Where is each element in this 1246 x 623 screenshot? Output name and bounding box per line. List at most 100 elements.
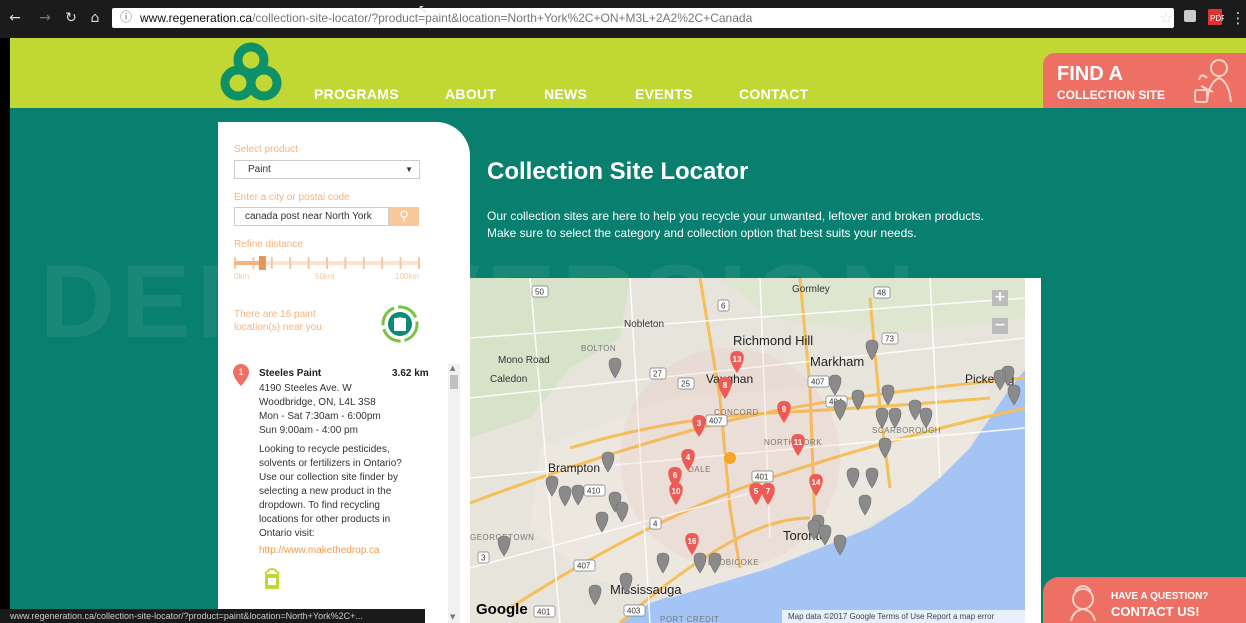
- product-value: Paint: [248, 164, 271, 175]
- zoom-out-button[interactable]: −: [992, 318, 1008, 334]
- paint-can-icon: [380, 304, 420, 349]
- city-label: Enter a city or postal code: [234, 192, 350, 203]
- pdf-extension-icon[interactable]: PDF: [1205, 8, 1226, 28]
- count-line2: location(s) near you: [234, 322, 322, 333]
- scroll-up-icon[interactable]: ▲: [450, 364, 455, 372]
- map-marker-red: 16: [685, 533, 699, 555]
- result-name[interactable]: Steeles Paint: [259, 368, 321, 379]
- nav-about[interactable]: ABOUT: [445, 86, 496, 102]
- slider-tick: [289, 257, 292, 269]
- map-marker-grey: [833, 399, 847, 421]
- map-marker-red: 11: [791, 434, 805, 456]
- svg-text:7: 7: [766, 487, 771, 496]
- map-marker-grey: [693, 552, 707, 574]
- product-select[interactable]: Paint ▼: [234, 160, 420, 179]
- slider-tick: [418, 257, 420, 269]
- slider-tick: [270, 257, 273, 269]
- svg-text:9: 9: [782, 405, 787, 414]
- map-marker-grey: [807, 519, 821, 541]
- map-marker-red: 7: [761, 483, 775, 505]
- refine-distance-label: Refine distance: [234, 239, 303, 250]
- map-marker-grey: [558, 485, 572, 507]
- google-map[interactable]: Richmond Hill Markham Vaughan Brampton T…: [470, 278, 1025, 623]
- svg-text:13: 13: [733, 355, 742, 364]
- map-marker-grey: [919, 407, 933, 429]
- home-icon[interactable]: ⌂: [86, 9, 104, 27]
- svg-text:401: 401: [755, 473, 769, 482]
- intro-line2: Make sure to select the category and col…: [487, 226, 917, 240]
- svg-text:6: 6: [721, 302, 726, 311]
- nav-contact[interactable]: CONTACT: [739, 86, 809, 102]
- find-collection-site-button[interactable]: FIND A COLLECTION SITE: [1043, 53, 1246, 108]
- slider-tick: [307, 257, 310, 269]
- nav-programs[interactable]: PROGRAMS: [314, 86, 399, 102]
- menu-dots-icon[interactable]: ⋮: [1228, 8, 1246, 28]
- map-marker-red: 10: [669, 483, 683, 505]
- map-credits[interactable]: Map data ©2017 Google Terms of Use Repor…: [782, 610, 1025, 623]
- status-bar-url: www.regeneration.ca/collection-site-loca…: [0, 609, 425, 623]
- search-button[interactable]: ⚲: [389, 207, 419, 226]
- contact-us-button[interactable]: HAVE A QUESTION? CONTACT US!: [1043, 577, 1246, 623]
- mouse-cursor-icon: ↖: [418, 2, 429, 16]
- note-line: Ontario visit:: [259, 528, 315, 539]
- distance-tick-100: 100km: [395, 272, 420, 281]
- zoom-in-button[interactable]: +: [992, 290, 1008, 306]
- highway-shield: 403: [623, 604, 646, 617]
- question-person-icon: [1063, 581, 1103, 623]
- reload-icon[interactable]: ↻: [62, 9, 80, 27]
- map-marker-grey: [1007, 384, 1021, 406]
- distance-slider[interactable]: [234, 256, 420, 270]
- svg-text:3: 3: [481, 554, 486, 563]
- nav-news[interactable]: NEWS: [544, 86, 587, 102]
- back-icon[interactable]: ←: [6, 9, 24, 27]
- highway-shield: 25: [677, 377, 695, 390]
- svg-text:410: 410: [587, 487, 601, 496]
- svg-text:11: 11: [794, 438, 803, 447]
- nav-events[interactable]: EVENTS: [635, 86, 693, 102]
- city-input[interactable]: canada post near North York: [234, 207, 389, 226]
- highway-shield: 4: [649, 517, 662, 530]
- svg-text:6: 6: [673, 471, 678, 480]
- highway-shield: 410: [583, 484, 606, 497]
- svg-text:3: 3: [697, 419, 702, 428]
- highway-shield: 407: [573, 559, 596, 572]
- slider-tick: [362, 257, 365, 269]
- find-line2: COLLECTION SITE: [1057, 88, 1165, 102]
- svg-text:8: 8: [723, 381, 728, 390]
- svg-text:73: 73: [885, 335, 894, 344]
- highway-shield: 407: [705, 414, 728, 427]
- map-marker-grey: [615, 501, 629, 523]
- address-bar[interactable]: ⓘ www.regeneration.ca/collection-site-lo…: [112, 8, 1174, 28]
- info-icon[interactable]: ⓘ: [120, 8, 132, 25]
- note-line: Use our collection site finder by: [259, 472, 398, 483]
- result-note: Looking to recycle pesticides, solvents …: [259, 443, 419, 541]
- chevron-down-icon: ▼: [405, 165, 413, 174]
- highway-shield: 401: [751, 470, 774, 483]
- scrollbar-thumb[interactable]: [450, 375, 458, 389]
- map-container[interactable]: Richmond Hill Markham Vaughan Brampton T…: [470, 278, 1041, 623]
- results-scrollbar[interactable]: ▲ ▼: [448, 364, 460, 623]
- scroll-down-icon[interactable]: ▼: [450, 613, 455, 621]
- location-count: There are 16 paint location(s) near you: [234, 308, 354, 334]
- svg-text:10: 10: [672, 487, 681, 496]
- map-marker-red: 8: [718, 377, 732, 399]
- map-markers[interactable]: 5064873272540740440740141044073401403138…: [470, 278, 1025, 623]
- result-address2: Woodbridge, ON, L4L 3S8: [259, 397, 376, 408]
- forward-icon[interactable]: →: [36, 9, 54, 27]
- result-hours2: Sun 9:00am - 4:00 pm: [259, 425, 358, 436]
- makethedrop-link[interactable]: http://www.makethedrop.ca: [259, 545, 380, 556]
- star-icon[interactable]: ☆: [1156, 8, 1176, 28]
- results-list[interactable]: 1 Steeles Paint 3.62 km 4190 Steeles Ave…: [218, 364, 470, 623]
- map-marker-grey: [828, 374, 842, 396]
- regeneration-logo[interactable]: [218, 40, 284, 106]
- map-marker-red: 9: [777, 401, 791, 423]
- svg-text:25: 25: [681, 380, 690, 389]
- map-marker-grey: [865, 467, 879, 489]
- svg-text:407: 407: [811, 378, 825, 387]
- extension-icon[interactable]: [1180, 8, 1200, 28]
- map-marker-grey: [588, 584, 602, 606]
- url-path: /collection-site-locator/?product=paint&…: [252, 11, 753, 25]
- map-marker-grey: [818, 524, 832, 546]
- note-line: selecting a new product in the: [259, 486, 392, 497]
- map-marker-grey: [851, 389, 865, 411]
